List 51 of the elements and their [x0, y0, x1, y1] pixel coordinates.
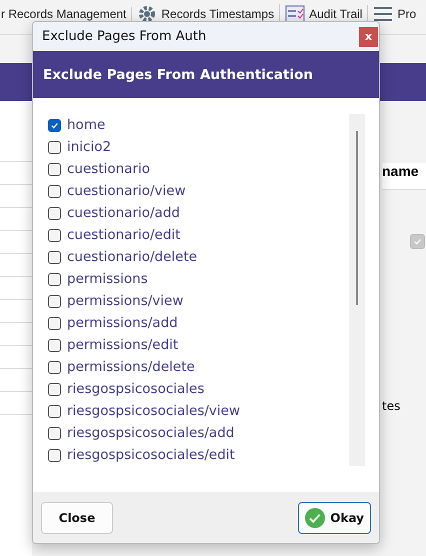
checkbox[interactable]	[48, 206, 61, 220]
toolbar-button[interactable]: Audit Trail	[309, 7, 362, 21]
checkbox[interactable]	[48, 162, 61, 176]
dialog-title: Exclude Pages From Auth	[42, 29, 206, 44]
dialog-header: Exclude Pages From Authentication	[33, 51, 379, 98]
checkbox[interactable]	[48, 426, 61, 440]
page-label: riesgospsicosociales/add	[67, 425, 234, 441]
check-icon	[413, 237, 422, 246]
label-text: tes	[382, 399, 402, 413]
okay-button[interactable]: Okay	[298, 502, 371, 534]
checkbox[interactable]	[48, 140, 61, 154]
page-label: inicio2	[67, 139, 112, 155]
checkbox[interactable]	[48, 272, 61, 286]
close-button[interactable]: Close	[41, 502, 113, 534]
page-label: permissions	[67, 271, 148, 287]
page-label: cuestionario/view	[67, 183, 186, 199]
page-label: cuestionario	[67, 161, 150, 177]
page-label: home	[67, 117, 106, 133]
checkbox[interactable]	[48, 360, 61, 374]
page-label: riesgospsicosociales	[67, 381, 204, 397]
check-icon	[50, 120, 59, 130]
checkbox[interactable]	[48, 184, 61, 198]
page-label: permissions/edit	[67, 337, 178, 353]
page-label: cuestionario/delete	[67, 249, 198, 265]
page-label: cuestionario/add	[67, 205, 180, 221]
checkbox[interactable]	[48, 382, 61, 396]
checkbox[interactable]	[48, 404, 61, 418]
checkbox[interactable]	[48, 448, 61, 462]
checkbox[interactable]	[48, 250, 61, 264]
page-label: cuestionario/edit	[67, 227, 180, 243]
close-button[interactable]: x	[359, 26, 378, 46]
menu-icon	[373, 6, 394, 22]
page-label: permissions/delete	[67, 359, 195, 375]
page-label: permissions/add	[67, 315, 178, 331]
scrollbar[interactable]	[349, 114, 365, 466]
checkbox[interactable]	[410, 234, 425, 249]
page-label: permissions/view	[67, 293, 184, 309]
page-label: riesgospsicosociales/edit	[67, 447, 235, 463]
checkbox[interactable]	[48, 338, 61, 352]
checkbox[interactable]	[48, 294, 61, 308]
checkbox[interactable]	[48, 316, 61, 330]
page-label: riesgospsicosociales/view	[67, 403, 240, 419]
column-header: name	[382, 163, 426, 190]
gear-icon	[137, 4, 158, 24]
checkbox[interactable]	[48, 228, 61, 242]
toolbar-button[interactable]: Pro	[397, 7, 416, 21]
scrollbar-thumb[interactable]	[356, 131, 358, 305]
toolbar-button[interactable]: r Records Management	[1, 7, 126, 21]
checkbox[interactable]	[48, 118, 61, 132]
check-circle-icon	[305, 508, 326, 528]
toolbar-button[interactable]: Records Timestamps	[161, 7, 274, 21]
